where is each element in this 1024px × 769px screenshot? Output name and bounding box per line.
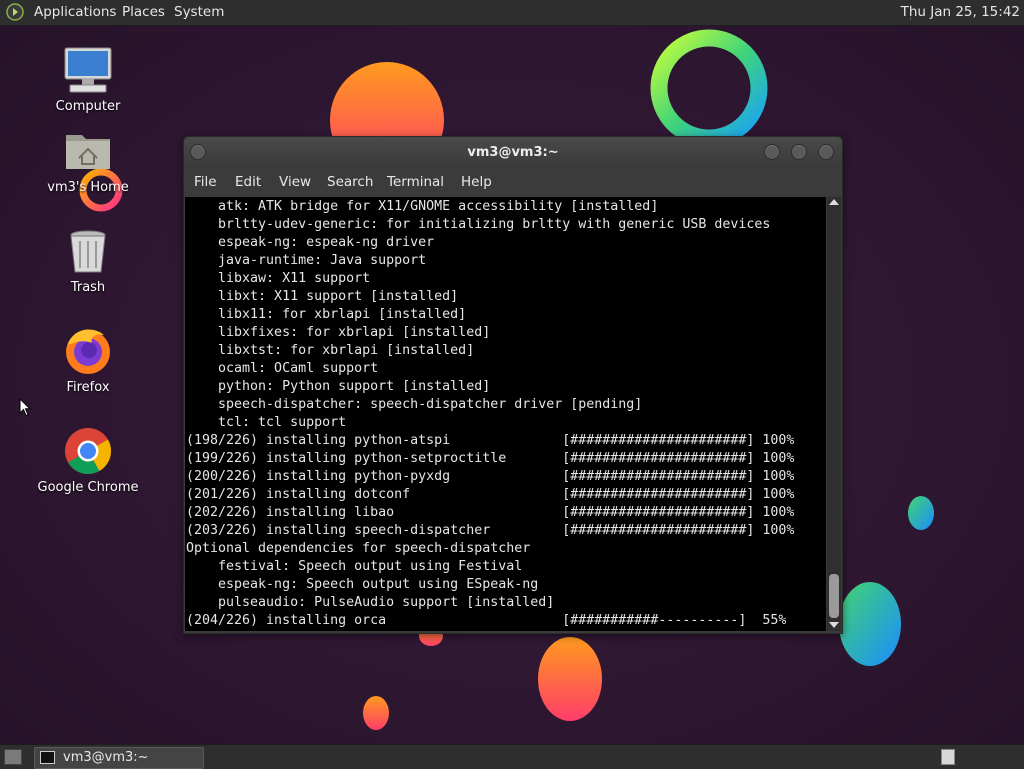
trash-icon <box>70 230 106 273</box>
terminal-line: pulseaudio: PulseAudio support [installe… <box>186 595 555 610</box>
scroll-up-arrow-icon[interactable] <box>829 199 839 205</box>
clock[interactable]: Thu Jan 25, 15:42 <box>901 4 1020 20</box>
terminal-line: (203/226) installing speech-dispatcher [… <box>186 523 795 538</box>
menu-edit[interactable]: Edit <box>235 174 261 190</box>
terminal-window[interactable]: vm3@vm3:~ File Edit View Search Terminal… <box>183 136 843 634</box>
terminal-output[interactable]: atk: ATK bridge for X11/GNOME accessibil… <box>185 197 826 631</box>
terminal-line: festival: Speech output using Festival <box>186 559 523 574</box>
mouse-cursor-icon <box>19 398 31 417</box>
desktop-icon-label: Trash <box>70 280 106 295</box>
window-titlebar[interactable]: vm3@vm3:~ <box>184 137 842 167</box>
terminal-line: python: Python support [installed] <box>186 379 491 394</box>
terminal-line: atk: ATK bridge for X11/GNOME accessibil… <box>186 199 659 214</box>
top-panel: Applications Places System Thu Jan 25, 1… <box>0 0 1024 26</box>
window-title: vm3@vm3:~ <box>467 145 559 160</box>
home-folder-icon <box>66 135 110 169</box>
terminal-line: (200/226) installing python-pyxdg [#####… <box>186 469 795 484</box>
terminal-line: libxfixes: for xbrlapi [installed] <box>186 325 491 340</box>
terminal-line: speech-dispatcher: speech-dispatcher dri… <box>186 397 643 412</box>
minimize-button[interactable] <box>764 144 780 160</box>
menu-file[interactable]: File <box>194 174 217 190</box>
terminal-line: espeak-ng: Speech output using ESpeak-ng <box>186 577 539 592</box>
desktop-icon-label: Computer <box>55 99 121 114</box>
terminal-line: libxt: X11 support [installed] <box>186 289 459 304</box>
menu-view[interactable]: View <box>279 174 311 190</box>
chrome-icon <box>65 428 111 474</box>
desktop-icon-home[interactable]: vm3's Home <box>33 125 143 195</box>
desktop-icon-trash[interactable]: Trash <box>33 225 143 295</box>
desktop-icon-chrome[interactable]: Google Chrome <box>33 425 143 495</box>
terminal-icon <box>40 751 55 764</box>
taskbar-button-terminal[interactable]: vm3@vm3:~ <box>34 747 204 769</box>
terminal-line: (204/226) installing orca [###########--… <box>186 613 787 628</box>
desktop-icon-label: Firefox <box>66 380 110 395</box>
menu-terminal[interactable]: Terminal <box>387 174 444 190</box>
bottom-panel: vm3@vm3:~ <box>0 744 1024 769</box>
terminal-line: Optional dependencies for speech-dispatc… <box>186 541 531 556</box>
taskbar-button-label: vm3@vm3:~ <box>63 750 149 765</box>
desktop-icon-computer[interactable]: Computer <box>33 44 143 114</box>
terminal-line: (202/226) installing libao [############… <box>186 505 795 520</box>
workspace-switcher[interactable] <box>941 749 955 765</box>
terminal-line: libx11: for xbrlapi [installed] <box>186 307 467 322</box>
desktop-icon-firefox[interactable]: Firefox <box>33 325 143 395</box>
terminal-line: brltty-udev-generic: for initializing br… <box>186 217 771 232</box>
applications-menu[interactable]: Applications <box>34 4 116 20</box>
terminal-line: (201/226) installing dotconf [##########… <box>186 487 795 502</box>
scrollbar-thumb[interactable] <box>829 574 839 618</box>
terminal-menubar: File Edit View Search Terminal Help <box>184 167 842 197</box>
terminal-line: ocaml: OCaml support <box>186 361 379 376</box>
terminal-line: (198/226) installing python-atspi [#####… <box>186 433 795 448</box>
terminal-scrollbar[interactable] <box>827 197 841 631</box>
firefox-icon <box>66 329 110 374</box>
close-button[interactable] <box>818 144 834 160</box>
places-menu[interactable]: Places <box>122 4 165 20</box>
applications-menu-icon[interactable] <box>6 3 24 21</box>
terminal-line: java-runtime: Java support <box>186 253 427 268</box>
terminal-line: libxtst: for xbrlapi [installed] <box>186 343 475 358</box>
terminal-line: libxaw: X11 support <box>186 271 371 286</box>
menu-help[interactable]: Help <box>461 174 492 190</box>
show-desktop-icon[interactable] <box>4 749 22 765</box>
terminal-line: espeak-ng: espeak-ng driver <box>186 235 435 250</box>
desktop-icon-label: vm3's Home <box>47 180 129 195</box>
terminal-line: tcl: tcl support <box>186 415 347 430</box>
desktop-icon-label: Google Chrome <box>37 480 139 495</box>
scroll-down-arrow-icon[interactable] <box>829 622 839 628</box>
computer-icon <box>64 47 112 93</box>
menu-search[interactable]: Search <box>327 174 373 190</box>
terminal-line: (199/226) installing python-setproctitle… <box>186 451 795 466</box>
system-menu[interactable]: System <box>174 4 224 20</box>
maximize-button[interactable] <box>791 144 807 160</box>
